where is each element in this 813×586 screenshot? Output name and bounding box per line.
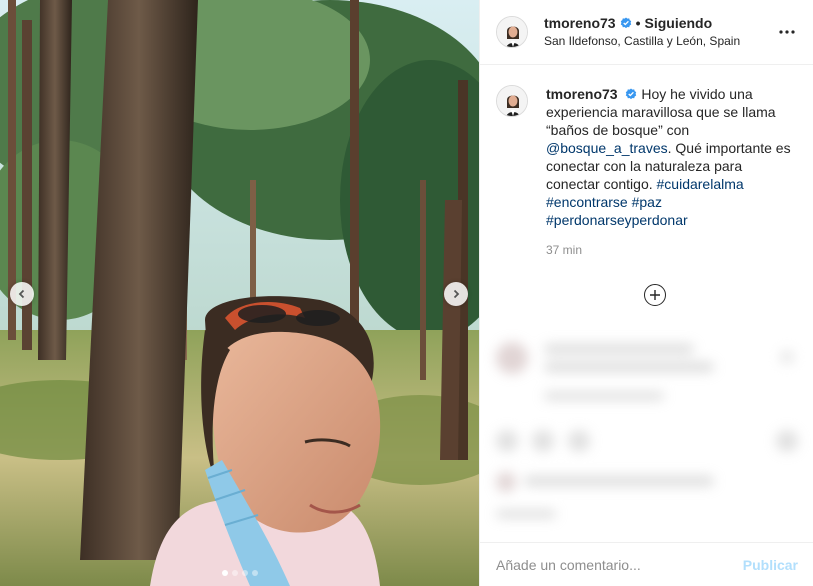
instagram-post-modal: tmoreno73 • Siguiendo San Ildefonso, Cas…	[0, 0, 813, 586]
plus-icon	[650, 290, 660, 300]
verified-badge-icon	[625, 88, 637, 100]
carousel-dots	[0, 570, 479, 576]
more-horizontal-icon	[779, 30, 795, 34]
load-more-comments-button[interactable]	[644, 284, 666, 306]
more-options-button[interactable]	[777, 22, 797, 42]
post-header: tmoreno73 • Siguiendo San Ildefonso, Cas…	[480, 0, 813, 65]
carousel-prev-button[interactable]	[10, 282, 34, 306]
avatar[interactable]	[496, 16, 528, 48]
blurred-comments-area	[480, 320, 813, 540]
avatar[interactable]	[496, 85, 528, 117]
comment-input[interactable]	[496, 556, 743, 573]
hashtag-link[interactable]: #perdonarseyperdonar	[546, 212, 688, 228]
avatar-image	[497, 86, 527, 116]
carousel-next-button[interactable]	[444, 282, 468, 306]
avatar-image	[497, 17, 527, 47]
post-username[interactable]: tmoreno73	[544, 14, 616, 32]
forest-photo-image	[0, 0, 479, 586]
carousel-dot	[241, 570, 248, 576]
location-link[interactable]: San Ildefonso, Castilla y León, Spain	[544, 32, 777, 50]
verified-badge-icon	[620, 17, 632, 29]
carousel-dot	[251, 570, 258, 576]
post-timestamp[interactable]: 37 min	[546, 241, 797, 259]
hashtag-link[interactable]: #paz	[632, 194, 662, 210]
post-side-panel: tmoreno73 • Siguiendo San Ildefonso, Cas…	[479, 0, 813, 586]
following-button[interactable]: Siguiendo	[644, 14, 712, 32]
mention-link[interactable]: @bosque_a_traves	[546, 140, 668, 156]
hashtag-link[interactable]: #encontrarse	[546, 194, 628, 210]
chevron-left-icon	[18, 289, 25, 299]
post-caption: tmoreno73 Hoy he vivido una experiencia …	[480, 65, 813, 259]
publish-button[interactable]: Publicar	[743, 557, 798, 573]
caption-username[interactable]: tmoreno73	[546, 86, 618, 102]
header-separator: •	[635, 15, 641, 31]
post-photo[interactable]	[0, 0, 479, 586]
caption-text: tmoreno73 Hoy he vivido una experiencia …	[546, 85, 797, 229]
hashtag-link[interactable]: #cuidarelalma	[657, 176, 744, 192]
chevron-right-icon	[453, 289, 460, 299]
carousel-dot	[221, 570, 228, 576]
carousel-dot	[231, 570, 238, 576]
comment-bar: Publicar	[480, 542, 813, 586]
